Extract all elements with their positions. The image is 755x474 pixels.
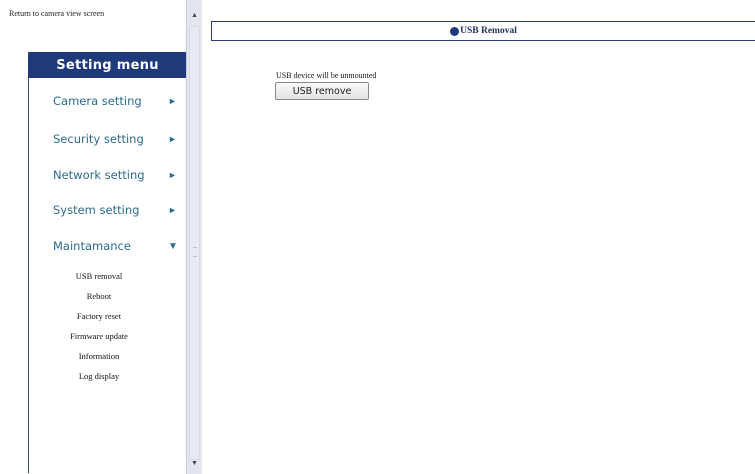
usb-remove-button[interactable]: USB remove [275,82,369,100]
menu-item-label: Network setting [53,168,145,182]
grip-icon [193,247,197,257]
menu-item-label: Security setting [53,132,144,146]
menu-item-security-setting[interactable]: Security setting ► [29,127,186,151]
submenu-firmware-update[interactable]: Firmware update [29,331,169,341]
submenu-log-display[interactable]: Log display [29,371,169,381]
arrow-right-icon: ► [168,134,177,144]
left-frame-scrollbar[interactable]: ▲ ▼ [186,0,202,474]
menu-item-system-setting[interactable]: System setting ► [29,198,186,222]
setting-menu-panel: Setting menu Camera setting ► Security s… [28,52,186,473]
scroll-down-icon[interactable]: ▼ [187,456,202,470]
scroll-up-icon[interactable]: ▲ [187,8,202,22]
submenu-information[interactable]: Information [29,351,169,361]
submenu-factory-reset[interactable]: Factory reset [29,311,169,321]
menu-item-network-setting[interactable]: Network setting ► [29,163,186,187]
menu-item-label: Maintamance [53,239,131,253]
usb-removal-icon [450,26,460,36]
arrow-down-icon: ▼ [168,240,178,252]
menu-item-label: Camera setting [53,94,142,108]
submenu-usb-removal[interactable]: USB removal [29,271,169,281]
scroll-thumb[interactable] [189,26,200,460]
page-title-bar: USB Removal [211,21,755,41]
content-frame: USB Removal USB device will be unmounted… [203,0,755,474]
left-frame: Return to camera view screen Setting men… [0,0,186,474]
submenu-reboot[interactable]: Reboot [29,291,169,301]
menu-item-label: System setting [53,203,140,217]
arrow-right-icon: ► [168,96,177,106]
page-title: USB Removal [460,26,517,36]
setting-menu-header: Setting menu [28,52,186,78]
arrow-right-icon: ► [168,205,177,215]
usb-unmount-message: USB device will be unmounted [276,71,377,80]
menu-item-camera-setting[interactable]: Camera setting ► [29,89,186,113]
return-to-camera-view-link[interactable]: Return to camera view screen [9,9,104,18]
arrow-right-icon: ► [168,170,177,180]
menu-item-maintenance[interactable]: Maintamance ▼ [29,234,186,258]
